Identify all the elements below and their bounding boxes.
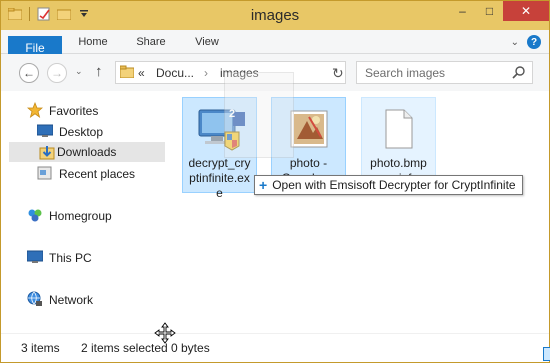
status-item-count: 3 items: [21, 341, 60, 355]
breadcrumb-parent[interactable]: Docu...: [156, 66, 194, 80]
help-icon[interactable]: ?: [527, 35, 541, 49]
up-button[interactable]: ↑: [95, 63, 103, 80]
sidebar-item-downloads[interactable]: Downloads: [9, 142, 165, 162]
explorer-window: images – □ ✕ File Home Share View ⌄ ? ← …: [0, 0, 550, 363]
expand-ribbon-icon[interactable]: ⌄: [511, 37, 519, 48]
plus-icon: +: [259, 177, 268, 193]
sidebar-item-desktop[interactable]: Desktop: [36, 122, 104, 142]
close-button[interactable]: ✕: [503, 1, 549, 21]
refresh-button[interactable]: ↻: [332, 65, 344, 82]
title-bar: images – □ ✕: [1, 1, 549, 30]
homegroup-icon: [27, 207, 43, 226]
sidebar-item-label: Recent places: [59, 167, 136, 181]
sidebar-item-favorites[interactable]: Favorites: [26, 101, 99, 121]
search-box[interactable]: Search images: [356, 61, 533, 84]
back-button[interactable]: ←: [19, 63, 39, 83]
search-input[interactable]: Search images: [365, 66, 445, 80]
sidebar-item-this-pc[interactable]: This PC: [26, 248, 92, 268]
sidebar-item-recent-places[interactable]: Recent places: [37, 164, 135, 184]
move-cursor-icon: [154, 322, 176, 347]
sidebar-item-label: Desktop: [59, 125, 104, 139]
drag-drop-tooltip-text: Open with Emsisoft Decrypter for CryptIn…: [272, 178, 516, 192]
tab-home[interactable]: Home: [67, 30, 119, 54]
ribbon-tabs: File Home Share View ⌄ ?: [1, 30, 549, 132]
tab-share[interactable]: Share: [123, 30, 179, 54]
sidebar-item-network[interactable]: Network: [27, 290, 93, 310]
downloads-icon: [39, 144, 55, 163]
network-icon: [27, 291, 43, 310]
address-overflow[interactable]: «: [138, 66, 145, 80]
search-icon: [512, 65, 526, 82]
tab-view[interactable]: View: [183, 30, 231, 54]
recent-locations-icon[interactable]: ⌄: [75, 66, 83, 77]
navigation-pane: Favorites Desktop Downloads Recent place…: [1, 91, 173, 333]
status-size: 0 bytes: [171, 341, 210, 355]
maximize-button[interactable]: □: [476, 1, 503, 21]
file-name: decrypt_cry ptinfinite.ex e: [188, 156, 251, 200]
forward-button[interactable]: →: [47, 63, 67, 83]
ribbon-controls: ⌄ ?: [511, 35, 541, 49]
sidebar-item-label: This PC: [49, 251, 92, 265]
recent-places-icon: [37, 166, 53, 183]
window-controls: – □ ✕: [449, 1, 549, 21]
sidebar-item-label: Homegroup: [49, 209, 112, 223]
sidebar-item-label: Downloads: [57, 145, 117, 159]
blank-document-icon: [362, 102, 435, 156]
large-icons-view-icon[interactable]: [543, 347, 550, 361]
breadcrumb-separator[interactable]: ›: [204, 66, 208, 80]
folder-icon: [119, 65, 135, 81]
sidebar-item-label: Favorites: [49, 104, 99, 118]
star-icon: [26, 101, 44, 121]
status-bar: 3 items 2 items selected 0 bytes: [1, 333, 550, 362]
drag-drop-tooltip: + Open with Emsisoft Decrypter for Crypt…: [254, 175, 523, 195]
sidebar-item-label: Network: [49, 293, 94, 307]
desktop-icon: [36, 124, 54, 141]
minimize-button[interactable]: –: [449, 1, 476, 21]
computer-icon: [26, 250, 44, 267]
sidebar-item-homegroup[interactable]: Homegroup: [27, 206, 112, 226]
drag-preview: [224, 72, 294, 158]
